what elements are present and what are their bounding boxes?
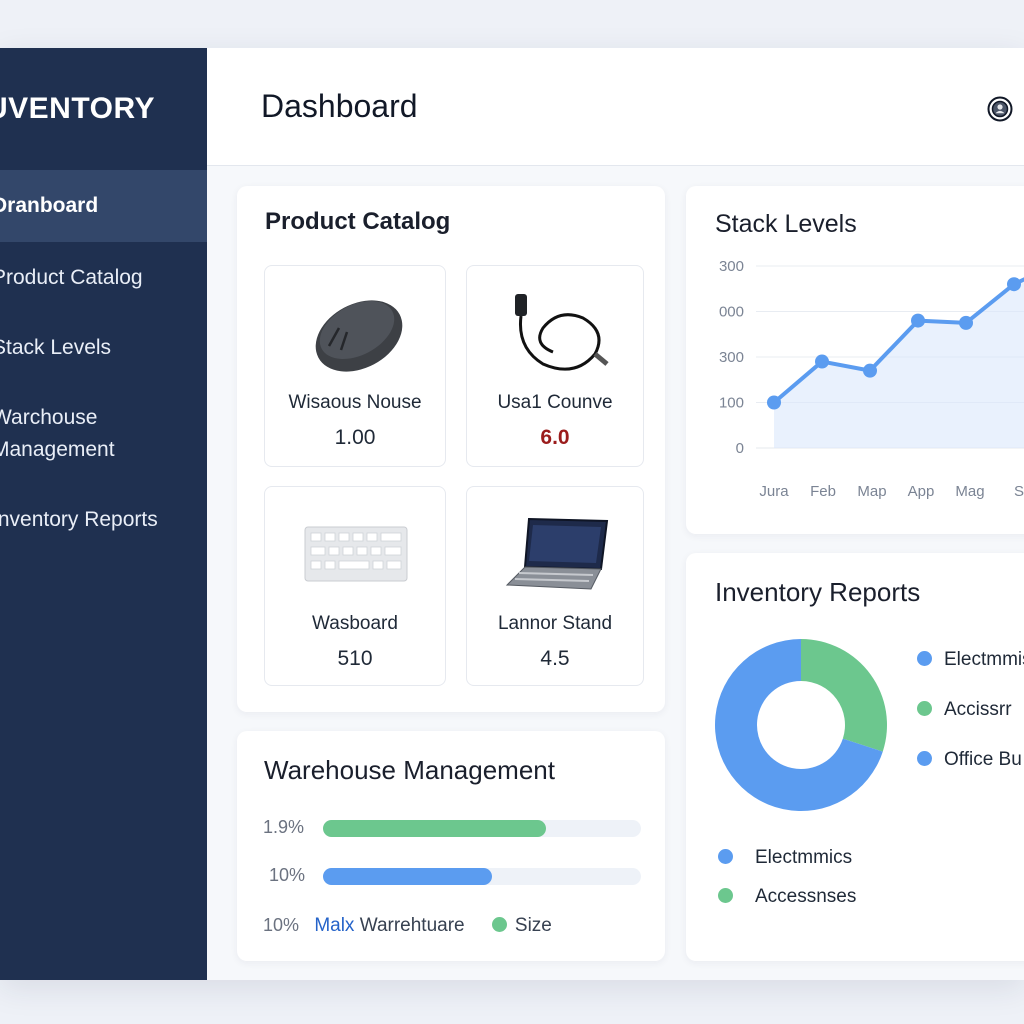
area-fill	[774, 279, 1024, 448]
legend-dot	[718, 888, 733, 903]
warehouse-legend: 10% Malx Warrehtuare Size	[263, 915, 552, 937]
legend-percent: 10%	[263, 915, 300, 935]
x-tick-label: App	[908, 483, 935, 500]
laptop-icon	[505, 517, 609, 590]
donut-legend-item: Accissrr	[917, 699, 1012, 721]
sidebar-item-label: Stack Levels	[0, 336, 112, 359]
x-tick-label: S	[1014, 483, 1024, 500]
product-card-cable[interactable]: Usa1 Counve 6.0	[466, 265, 644, 467]
inventory-donut-chart	[715, 639, 887, 811]
brand-logo: UVENTORY	[0, 92, 156, 125]
stock-levels-card: Stack Levels 0 100 300 000 300 Jura Feb Map App M…	[686, 186, 1024, 534]
x-tick-label: Map	[857, 483, 886, 500]
legend-label: Electmmics	[755, 847, 853, 868]
card-title: Stack Levels	[715, 210, 857, 238]
product-value: 4.5	[540, 647, 570, 670]
y-tick-label: 0	[736, 440, 744, 457]
bottom-legend-item: Accessnses	[718, 886, 856, 908]
x-tick-label: Feb	[810, 483, 836, 500]
sidebar-item-label: Inventory Reports	[0, 508, 158, 531]
legend-dot	[917, 651, 932, 666]
sidebar-item-label: Product Catalog	[0, 266, 143, 289]
product-value: 6.0	[540, 426, 570, 449]
sidebar-item-label: Warchouse	[0, 406, 98, 429]
product-name: Lannor Stand	[497, 613, 613, 634]
product-value: 1.00	[334, 426, 376, 449]
progress-track	[323, 868, 641, 885]
data-point[interactable]	[767, 395, 781, 410]
data-point[interactable]	[959, 315, 973, 330]
y-tick-label: 300	[719, 349, 744, 366]
cable-icon	[515, 294, 609, 371]
warehouse-bar-row: 10%	[263, 865, 643, 887]
sidebar-item-product-catalog[interactable]: Product Catalog	[0, 262, 207, 298]
x-tick-label: Mag	[955, 483, 984, 500]
mouse-icon	[315, 300, 403, 372]
card-title: Warehouse Management	[264, 755, 555, 785]
product-catalog-card: Product Catalog Wisaous Nouse 1.00 Usa1 …	[237, 186, 665, 712]
sidebar-item-label: Dranboard	[0, 194, 99, 217]
legend-label: Size	[514, 915, 552, 936]
stock-line-chart: 0 100 300 000 300 Jura Feb Map App Mag S	[719, 258, 1024, 500]
sidebar: UVENTORY Dranboard Product Catalog Stack…	[0, 48, 207, 980]
sidebar-item-label: Management	[0, 438, 115, 461]
data-point[interactable]	[1007, 277, 1021, 292]
top-bar: Dashboard	[207, 48, 1024, 166]
legend-label: Electmmis	[944, 649, 1024, 670]
legend-dot	[491, 917, 507, 932]
warehouse-management-card: Warehouse Management 1.9% 10% 10% Malx W…	[237, 731, 665, 961]
progress-fill	[323, 868, 492, 885]
legend-dot	[718, 849, 733, 864]
bar-percent: 10%	[269, 865, 306, 885]
legend-label: Accissrr	[944, 699, 1012, 720]
warehouse-bar-row: 1.9%	[263, 817, 643, 839]
app-window: UVENTORY Dranboard Product Catalog Stack…	[0, 48, 1024, 980]
bar-percent: 1.9%	[263, 817, 305, 837]
product-card-keyboard[interactable]: Wasboard 510	[264, 486, 446, 686]
sidebar-item-inventory-reports[interactable]: Inventory Reports	[0, 504, 207, 540]
product-name: Wisaous Nouse	[288, 392, 422, 413]
legend-label: Accessnses	[755, 886, 857, 907]
legend-label: Office Bu	[944, 749, 1022, 770]
sidebar-item-warehouse-management[interactable]: Warchouse Management	[0, 402, 207, 472]
bottom-legend-item: Electmmics	[718, 847, 852, 869]
data-point[interactable]	[911, 313, 925, 328]
sidebar-item-stock-levels[interactable]: Stack Levels	[0, 332, 207, 368]
data-point[interactable]	[815, 354, 829, 369]
y-tick-label: 000	[719, 304, 744, 321]
y-tick-label: 300	[719, 258, 744, 275]
product-name: Wasboard	[312, 613, 398, 634]
product-name: Usa1 Counve	[497, 392, 613, 413]
keyboard-icon	[304, 526, 408, 582]
page-title: Dashboard	[261, 88, 418, 124]
data-point[interactable]	[863, 363, 877, 378]
legend-link[interactable]: Malx	[314, 915, 354, 936]
product-card-laptop[interactable]: Lannor Stand 4.5	[466, 486, 644, 686]
card-title: Product Catalog	[265, 208, 451, 235]
legend-dot	[917, 751, 932, 766]
user-circle-icon[interactable]	[987, 96, 1013, 122]
card-title: Inventory Reports	[715, 577, 921, 607]
x-tick-label: Jura	[759, 483, 789, 500]
product-value: 510	[337, 647, 373, 670]
inventory-reports-card: Inventory Reports Electmmis Accissrr Off…	[686, 553, 1024, 961]
donut-legend-item: Office Bu	[917, 749, 1022, 771]
legend-dot	[917, 701, 932, 716]
sidebar-item-dashboard[interactable]: Dranboard	[0, 170, 207, 242]
donut-slice[interactable]	[801, 639, 887, 752]
y-tick-label: 100	[719, 395, 744, 412]
progress-fill	[323, 820, 546, 837]
legend-label: Warrehtuare	[359, 915, 465, 936]
product-card-mouse[interactable]: Wisaous Nouse 1.00	[264, 265, 446, 467]
donut-legend-item: Electmmis	[917, 649, 1024, 671]
progress-track	[323, 820, 641, 837]
